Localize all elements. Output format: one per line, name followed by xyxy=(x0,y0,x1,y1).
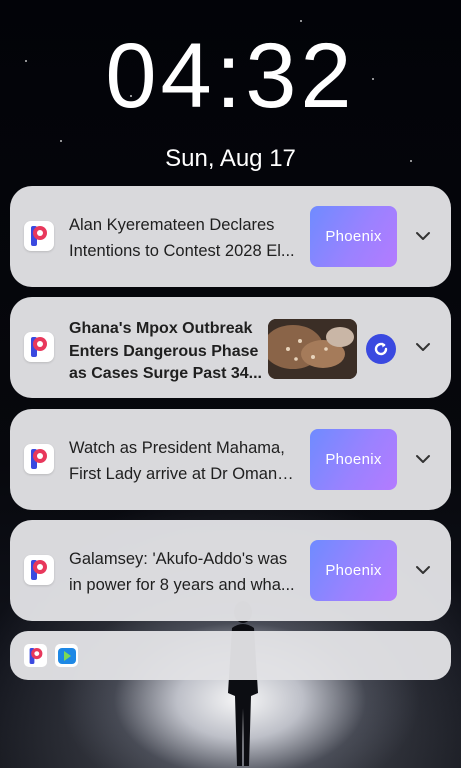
notification-card[interactable]: Galamsey: 'Akufo-Addo's was in power for… xyxy=(10,520,451,621)
notification-stack-collapsed[interactable] xyxy=(10,631,451,680)
star xyxy=(300,20,302,22)
notification-title: Watch as President Mahama, xyxy=(69,439,285,457)
chevron-down-icon[interactable] xyxy=(413,226,433,246)
notification-body: as Cases Surge Past 34... xyxy=(69,365,262,382)
star xyxy=(60,140,62,142)
play-store-app-icon xyxy=(55,644,78,667)
notification-body: Intentions to Contest 2028 El... xyxy=(69,242,295,260)
notification-card[interactable]: Ghana's Mpox Outbreak Enters Dangerous P… xyxy=(10,297,451,398)
refresh-icon[interactable] xyxy=(366,334,396,364)
lockscreen-date: Sun, Aug 17 xyxy=(165,145,296,172)
notification-card[interactable]: Alan Kyeremateen Declares Intentions to … xyxy=(10,186,451,287)
phoenix-p-logo-icon xyxy=(24,332,54,362)
notification-text: Ghana's Mpox Outbreak Enters Dangerous P… xyxy=(69,318,264,386)
notification-text: Galamsey: 'Akufo-Addo's was in power for… xyxy=(69,546,299,598)
phoenix-p-logo-icon xyxy=(24,644,47,667)
notification-text: Watch as President Mahama, First Lady ar… xyxy=(69,435,299,487)
notification-image-thumbnail xyxy=(268,319,357,379)
silhouette-figure xyxy=(228,601,258,766)
lockscreen-clock: 04:32 xyxy=(105,25,356,127)
notification-thumbnail: Phoenix xyxy=(310,429,397,490)
notification-title: Alan Kyeremateen Declares xyxy=(69,216,275,234)
phoenix-p-logo-icon xyxy=(24,444,54,474)
notification-text: Alan Kyeremateen Declares Intentions to … xyxy=(69,212,299,264)
notification-title: Galamsey: 'Akufo-Addo's was xyxy=(69,550,288,568)
notification-thumbnail: Phoenix xyxy=(310,540,397,601)
notification-body: First Lady arrive at Dr Omane... xyxy=(69,465,299,483)
notification-card[interactable]: Watch as President Mahama, First Lady ar… xyxy=(10,409,451,510)
phoenix-p-logo-icon xyxy=(24,555,54,585)
notification-thumbnail: Phoenix xyxy=(310,206,397,267)
notification-body: in power for 8 years and wha... xyxy=(69,576,295,594)
notification-title: Ghana's Mpox Outbreak xyxy=(69,320,253,337)
chevron-down-icon[interactable] xyxy=(413,449,433,469)
chevron-down-icon[interactable] xyxy=(413,560,433,580)
notification-body: Enters Dangerous Phase xyxy=(69,342,259,360)
phoenix-p-logo-icon xyxy=(24,221,54,251)
chevron-down-icon[interactable] xyxy=(413,337,433,357)
